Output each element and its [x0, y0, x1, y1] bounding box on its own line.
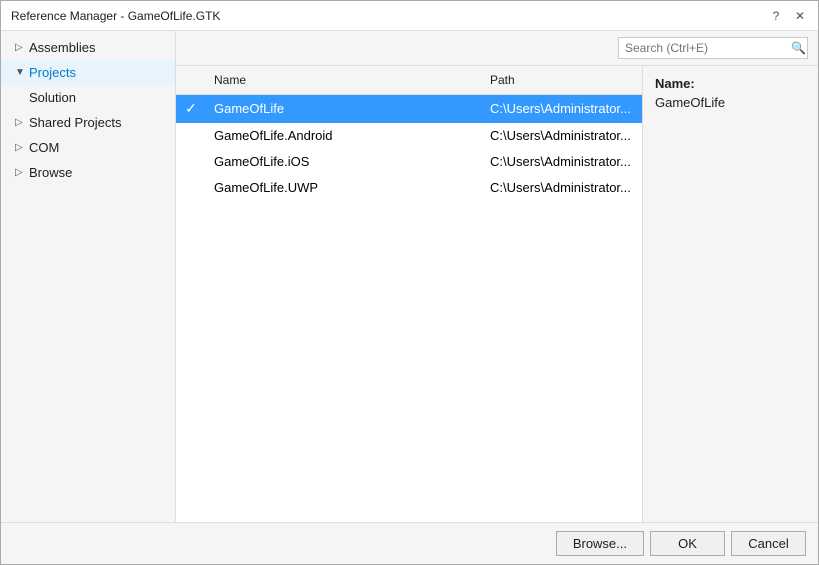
shared-projects-arrow: ▷: [15, 117, 25, 128]
sidebar: ▷ Assemblies ▼ Projects Solution ▷ Share…: [1, 31, 176, 522]
table-area: Name Path ✓ GameOfLife C:\Users\Administ…: [176, 66, 643, 522]
browse-label: Browse: [29, 165, 72, 180]
table-body: ✓ GameOfLife C:\Users\Administrator... G…: [176, 95, 642, 201]
row-check: [176, 160, 206, 164]
browse-arrow: ▷: [15, 167, 25, 178]
row-name: GameOfLife.UWP: [206, 178, 482, 197]
table-header: Name Path: [176, 66, 642, 95]
search-input-wrapper[interactable]: 🔍: [618, 37, 808, 59]
row-path: C:\Users\Administrator...: [482, 126, 642, 145]
row-check: [176, 134, 206, 138]
com-label: COM: [29, 140, 59, 155]
projects-arrow: ▼: [15, 67, 25, 78]
sidebar-item-browse[interactable]: ▷ Browse: [1, 160, 175, 185]
browse-button[interactable]: Browse...: [556, 531, 644, 556]
details-name-value: GameOfLife: [655, 95, 806, 110]
sidebar-item-com[interactable]: ▷ COM: [1, 135, 175, 160]
table-row[interactable]: GameOfLife.UWP C:\Users\Administrator...: [176, 175, 642, 201]
projects-label: Projects: [29, 65, 76, 80]
row-path: C:\Users\Administrator...: [482, 99, 642, 118]
row-check: ✓: [176, 98, 206, 119]
row-name: GameOfLife.iOS: [206, 152, 482, 171]
assemblies-arrow: ▷: [15, 42, 25, 53]
row-name: GameOfLife: [206, 99, 482, 118]
title-bar-controls: ? ✕: [768, 9, 808, 23]
row-name: GameOfLife.Android: [206, 126, 482, 145]
search-icon: 🔍: [786, 38, 811, 58]
dialog-title: Reference Manager - GameOfLife.GTK: [11, 9, 220, 23]
table-row[interactable]: ✓ GameOfLife C:\Users\Administrator...: [176, 95, 642, 123]
help-button[interactable]: ?: [768, 9, 784, 23]
table-row[interactable]: GameOfLife.Android C:\Users\Administrato…: [176, 123, 642, 149]
details-name-label: Name:: [655, 76, 806, 91]
header-path: Path: [482, 70, 642, 90]
header-name: Name: [206, 70, 482, 90]
search-input[interactable]: [619, 38, 786, 58]
assemblies-label: Assemblies: [29, 40, 95, 55]
dialog-window: Reference Manager - GameOfLife.GTK ? ✕ ▷…: [0, 0, 819, 565]
right-panel: 🔍 Name Path ✓ GameOfLife: [176, 31, 818, 522]
table-row[interactable]: GameOfLife.iOS C:\Users\Administrator...: [176, 149, 642, 175]
sidebar-item-solution[interactable]: Solution: [1, 85, 175, 110]
sidebar-item-projects[interactable]: ▼ Projects: [1, 60, 175, 85]
row-path: C:\Users\Administrator...: [482, 178, 642, 197]
content-area: Name Path ✓ GameOfLife C:\Users\Administ…: [176, 66, 818, 522]
header-check: [176, 70, 206, 90]
com-arrow: ▷: [15, 142, 25, 153]
search-bar: 🔍: [176, 31, 818, 66]
checkmark-icon: ✓: [185, 100, 197, 117]
close-button[interactable]: ✕: [792, 9, 808, 23]
footer: Browse... OK Cancel: [1, 522, 818, 564]
sidebar-item-assemblies[interactable]: ▷ Assemblies: [1, 35, 175, 60]
details-panel: Name: GameOfLife: [643, 66, 818, 522]
sidebar-item-shared-projects[interactable]: ▷ Shared Projects: [1, 110, 175, 135]
shared-projects-label: Shared Projects: [29, 115, 122, 130]
row-path: C:\Users\Administrator...: [482, 152, 642, 171]
main-content: ▷ Assemblies ▼ Projects Solution ▷ Share…: [1, 31, 818, 522]
title-bar: Reference Manager - GameOfLife.GTK ? ✕: [1, 1, 818, 31]
cancel-button[interactable]: Cancel: [731, 531, 806, 556]
row-check: [176, 186, 206, 190]
solution-label: Solution: [29, 90, 76, 105]
ok-button[interactable]: OK: [650, 531, 725, 556]
